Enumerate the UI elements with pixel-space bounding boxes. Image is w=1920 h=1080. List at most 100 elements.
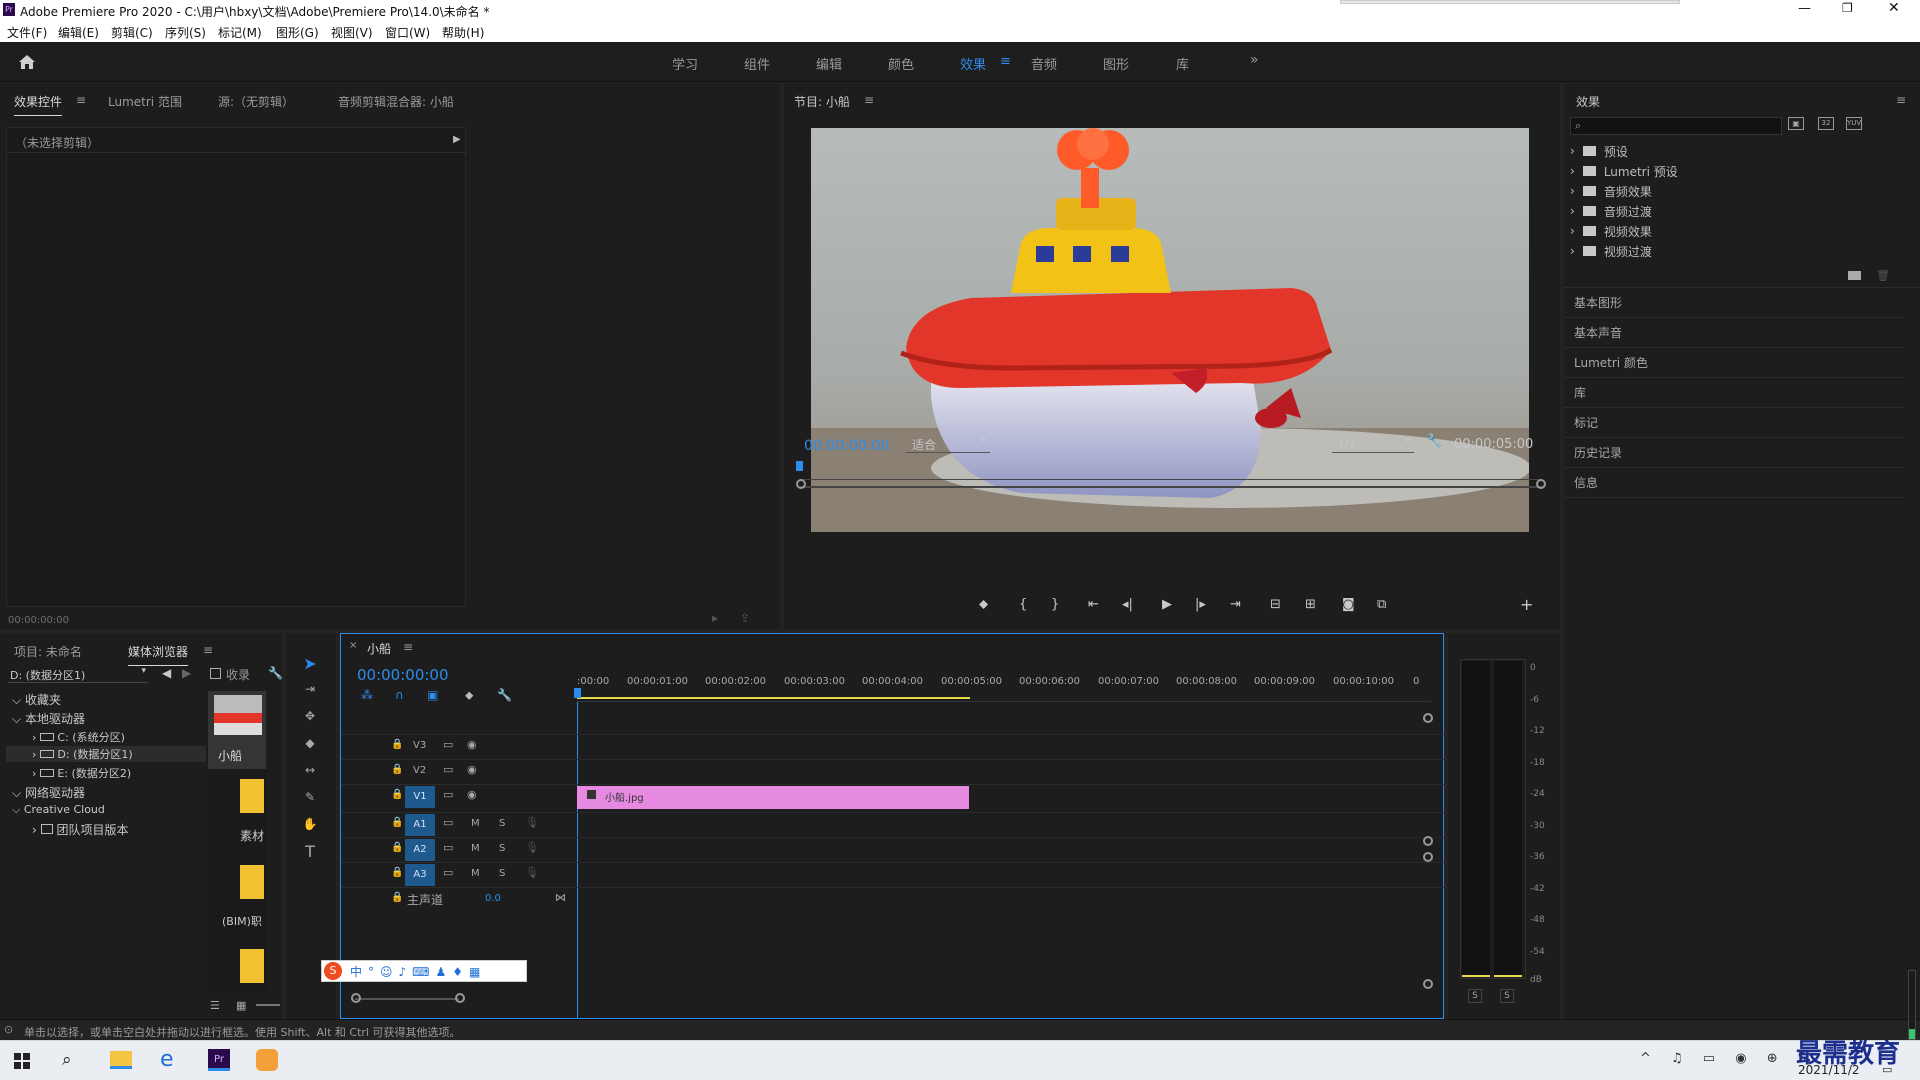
tree-item-favorites[interactable]: ⌵ 收藏夹 [12,691,61,708]
tree-item-creative-cloud[interactable]: ⌵ Creative Cloud [12,803,105,817]
microphone-icon[interactable]: 🎙 [525,841,539,854]
effects-item-audio-transitions[interactable]: › 音频过渡 [1570,201,1652,221]
section-lumetri-color[interactable]: Lumetri 颜色 [1564,348,1904,378]
tree-item-team-projects[interactable]: › 团队项目版本 [32,821,128,838]
tree-item-local-drives[interactable]: ⌵ 本地驱动器 [12,710,85,727]
add-marker-icon[interactable]: ⬥ [979,597,988,612]
yuv-effects-icon[interactable]: YUV [1846,117,1862,130]
go-to-in-icon[interactable]: ⇤ [1088,597,1099,612]
search-icon[interactable]: ⌕ [62,1050,72,1070]
solo-right-button[interactable]: S [1500,989,1514,1003]
workspace-effects[interactable]: 效果 [960,54,986,73]
ingest-settings-icon[interactable]: 🔧 [268,666,283,680]
list-view-icon[interactable]: ☰ [210,999,220,1012]
notification-icon[interactable]: ▭ [1882,1063,1892,1076]
workspace-graphics[interactable]: 图形 [1103,54,1129,73]
lock-icon[interactable]: 🔒 [391,867,403,878]
zoom-slider[interactable] [256,1004,280,1006]
lock-icon[interactable]: 🔒 [391,817,403,828]
toggle-sync-icon[interactable]: ▭ [443,866,453,879]
export-icon[interactable]: ⇪ [740,611,750,625]
section-markers[interactable]: 标记 [1564,408,1904,438]
app-taskbar-icon[interactable] [256,1049,278,1071]
slip-tool-icon[interactable]: ↔ [300,760,320,780]
step-forward-icon[interactable]: |▸ [1195,597,1206,612]
32bit-effects-icon[interactable]: 32 [1818,117,1834,130]
program-monitor-title[interactable]: 节目: 小船 [794,93,850,110]
new-bin-icon[interactable] [1848,271,1861,280]
tab-media-browser[interactable]: 媒体浏览器 [128,643,189,666]
menu-edit[interactable]: 编辑(E) [58,24,99,41]
effects-item-video-transitions[interactable]: › 视频过渡 [1570,241,1652,261]
hscroll-right-handle[interactable] [455,993,465,1003]
razor-tool-icon[interactable]: ◆ [300,733,320,753]
time-ruler[interactable]: :00:00 00:00:01:00 00:00:02:00 00:00:03:… [574,676,1431,702]
track-select-tool-icon[interactable]: ⇥ [300,679,320,699]
tray-icons[interactable]: ^ ♫ ▭ ◉ ⊕ S [1640,1051,1814,1066]
workspace-color[interactable]: 颜色 [888,54,914,73]
track-master[interactable]: 🔒 主声道 0.0 ⋈ [341,887,1505,911]
lock-icon[interactable]: 🔒 [391,789,403,800]
track-v2[interactable]: 🔒 V2 ▭ ◉ [341,759,1505,783]
extract-icon[interactable]: ⊞ [1305,597,1316,612]
solo-left-button[interactable]: S [1468,989,1482,1003]
playhead-marker[interactable] [796,461,803,471]
solo-button[interactable]: S [499,843,505,854]
effects-menu-icon[interactable]: ≡ [1896,93,1906,107]
thumb-boat[interactable]: 小船 [208,691,266,769]
zoom-scroll[interactable] [800,486,1542,488]
mark-in-icon[interactable]: { [1019,597,1027,612]
add-button-icon[interactable]: + [1520,595,1533,614]
add-marker-timeline-icon[interactable]: ⬥ [465,688,473,703]
eye-icon[interactable]: ◉ [467,763,477,776]
close-button[interactable]: ✕ [1888,0,1900,16]
track-v3[interactable]: 🔒 V3 ▭ ◉ [341,734,1505,758]
workspace-learn[interactable]: 学习 [672,54,698,73]
drive-select[interactable]: D: (数据分区1) ▾ [8,665,148,683]
effects-item-presets[interactable]: › 预设 [1570,141,1628,161]
close-sequence-icon[interactable]: × [349,640,357,651]
microphone-icon[interactable]: 🎙 [525,816,539,829]
workspace-editing[interactable]: 编辑 [816,54,842,73]
more-workspaces-icon[interactable]: » [1250,52,1259,68]
restore-button[interactable]: ❐ [1842,1,1853,15]
vscroll-top-handle[interactable] [1423,713,1433,723]
section-libraries[interactable]: 库 [1564,378,1904,408]
zoom-handle-left[interactable] [796,479,806,489]
mark-out-icon[interactable]: } [1051,597,1059,612]
toggle-sync-icon[interactable]: ▭ [443,841,453,854]
tab-audio-clip-mixer[interactable]: 音频剪辑混合器: 小船 [338,93,454,110]
toggle-sync-icon[interactable]: ▭ [443,738,453,751]
workspace-audio[interactable]: 音频 [1031,54,1057,73]
tree-item-network-drives[interactable]: ⌵ 网络驱动器 [12,784,85,801]
zoom-handle-right[interactable] [1536,479,1546,489]
menu-marker[interactable]: 标记(M) [218,24,262,41]
edge-icon[interactable]: e [160,1047,174,1072]
effects-item-lumetri-presets[interactable]: › Lumetri 预设 [1570,161,1678,181]
hand-tool-icon[interactable]: ✋ [300,814,320,834]
effects-title[interactable]: 效果 [1576,93,1600,110]
toggle-sync-icon[interactable]: ▭ [443,788,453,801]
hscroll-bar[interactable] [355,998,459,1000]
menu-sequence[interactable]: 序列(S) [165,24,206,41]
go-to-out-icon[interactable]: ⇥ [1230,597,1241,612]
linked-selection-icon[interactable]: ▣ [427,688,438,702]
lock-icon[interactable]: 🔒 [391,764,403,775]
camera-icon[interactable]: ◙ [1342,597,1355,612]
section-info[interactable]: 信息 [1564,468,1904,498]
selection-tool-icon[interactable]: ➤ [300,653,320,673]
timeline-settings-icon[interactable]: 🔧 [497,688,512,702]
ime-toolbar[interactable]: S 中°☺♪⌨♟♦▦ [321,960,527,982]
program-menu-icon[interactable]: ≡ [864,93,874,107]
thumb-folder-1[interactable]: 素材 [208,771,266,851]
hscroll-left-handle[interactable] [351,993,361,1003]
program-timecode[interactable]: 00:00:00:00 [804,438,889,454]
file-explorer-icon[interactable] [110,1051,132,1069]
tree-item-drive-e[interactable]: › E: (数据分区2) [32,765,131,781]
home-icon[interactable] [18,54,36,70]
eye-icon[interactable]: ◉ [467,738,477,751]
menu-file[interactable]: 文件(F) [7,24,47,41]
effect-controls-menu-icon[interactable]: ≡ [76,93,86,107]
menu-help[interactable]: 帮助(H) [442,24,484,41]
track-a1[interactable]: 🔒 A1 ▭ M S 🎙 [341,812,1505,836]
